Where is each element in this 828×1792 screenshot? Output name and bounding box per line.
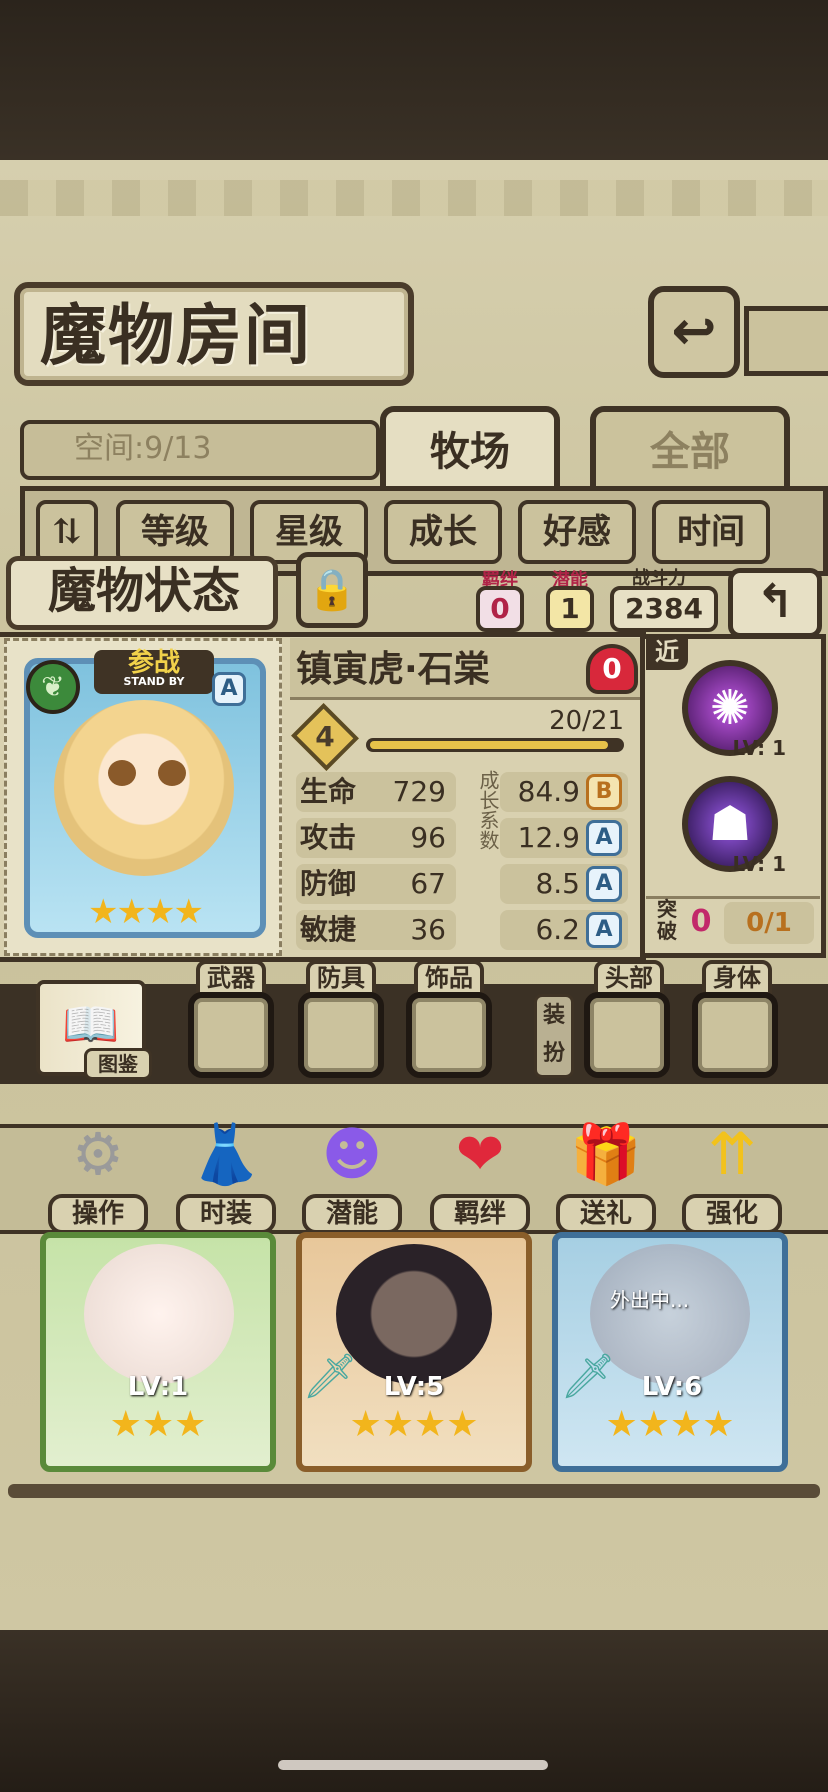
monster-book-label: 图鉴 <box>84 1048 152 1080</box>
body-slot[interactable] <box>692 992 778 1078</box>
portrait-eye-left <box>108 760 136 786</box>
weapon-slot[interactable] <box>188 992 274 1078</box>
status-back-button[interactable]: ↰ <box>728 568 822 638</box>
roster-card-3-away-status: 外出中... <box>610 1288 690 1312</box>
growth-grade-hp: B <box>586 774 622 810</box>
monster-name: 镇寅虎·石棠 <box>296 649 490 690</box>
potential-icon: ☻ <box>321 1120 383 1188</box>
sort-order-button[interactable]: ⇅ <box>36 500 98 564</box>
sort-affection-button[interactable]: 好感 <box>518 500 636 564</box>
armor-label: 防具 <box>306 960 376 996</box>
sort-growth-button[interactable]: 成长 <box>384 500 502 564</box>
roster-card-2-portrait <box>336 1244 492 1384</box>
leaf-icon: ❦ <box>26 660 80 714</box>
skill-1-level: LV: 1 <box>732 736 786 760</box>
roster-card-3-stars: ★★★★ <box>605 1404 735 1445</box>
stat-value-defense: 67 <box>410 867 446 900</box>
tab-all[interactable]: 全部 <box>590 406 790 492</box>
back-arrow-icon: ↰ <box>755 574 795 628</box>
roster-card-1-stars: ★★★ <box>109 1404 207 1445</box>
growth-coefficient-label: 成长系数 <box>476 770 500 850</box>
growth-grade-agility: A <box>586 912 622 948</box>
affection-heart: 0 <box>586 644 638 694</box>
dress-up-label: 装扮 <box>534 994 574 1078</box>
lock-button[interactable]: 🔒 <box>296 552 368 628</box>
upgrade-arrows-icon: ⇈ <box>707 1120 757 1188</box>
growth-value-attack: 12.9 <box>517 821 580 854</box>
roster-card-3-level: LV:6 <box>641 1372 703 1402</box>
hearts-icon: ❤ <box>455 1120 505 1188</box>
roster-card-2-level: LV:5 <box>383 1372 445 1402</box>
roster-bottom-edge <box>8 1484 820 1498</box>
star-rating: ★★★★ <box>88 892 204 932</box>
roster-card-1-level: LV:1 <box>127 1372 189 1402</box>
weapon-label: 武器 <box>196 960 266 996</box>
breakthrough-label: 突破 <box>657 897 677 943</box>
bond-label: 羁绊 <box>482 570 518 591</box>
growth-value-agility: 6.2 <box>535 913 580 946</box>
breakthrough-value: 0 <box>690 904 712 939</box>
stat-value-agility: 36 <box>410 913 446 946</box>
portrait-eye-right <box>158 760 186 786</box>
gift-icon: 🎁 <box>569 1120 643 1188</box>
body-label: 身体 <box>702 960 772 996</box>
upgrade-label: 强化 <box>682 1194 782 1234</box>
growth-grade-attack: A <box>586 820 622 856</box>
power-value: 2384 <box>610 586 718 632</box>
roster-card-1-portrait <box>84 1244 234 1384</box>
gift-label: 送礼 <box>556 1194 656 1234</box>
stat-label-defense: 防御 <box>300 867 357 900</box>
return-arrow-icon: ↩ <box>671 299 717 362</box>
armor-slot[interactable] <box>298 992 384 1078</box>
growth-value-hp: 84.9 <box>517 775 580 808</box>
head-slot[interactable] <box>584 992 670 1078</box>
home-indicator[interactable] <box>278 1760 548 1770</box>
back-button-bar <box>744 306 828 376</box>
skill-2-level: LV: 1 <box>732 852 786 876</box>
stat-value-attack: 96 <box>410 821 446 854</box>
sort-time-button[interactable]: 时间 <box>652 500 770 564</box>
status-title: 魔物状态 <box>47 563 240 619</box>
outfit-icon: 👗 <box>189 1120 263 1188</box>
breakthrough-progress: 0/1 <box>724 902 814 944</box>
lock-icon: 🔒 <box>307 567 357 613</box>
return-button[interactable]: ↩ <box>648 286 740 378</box>
stat-label-agility: 敏捷 <box>300 913 357 946</box>
head-label: 头部 <box>594 960 664 996</box>
page-title: 魔物房间 <box>40 296 312 374</box>
monster-portrait <box>54 700 234 876</box>
roster-card-2-stars: ★★★★ <box>349 1404 479 1445</box>
stat-label-hp: 生命 <box>300 775 357 808</box>
level-value: 4 <box>315 720 335 753</box>
bond-action-label: 羁绊 <box>430 1194 530 1234</box>
exp-text: 20/21 <box>549 706 624 736</box>
standby-badge: 参战 STAND BY <box>94 650 214 694</box>
top-backdrop <box>0 0 828 160</box>
accessory-slot[interactable] <box>406 992 492 1078</box>
tab-ranch[interactable]: 牧场 <box>380 406 560 492</box>
potential-label: 潜能 <box>552 570 588 591</box>
sort-level-button[interactable]: 等级 <box>116 500 234 564</box>
power-label: 战斗力 <box>632 568 686 589</box>
rank-badge: A <box>212 672 246 706</box>
space-counter: 空间:9/13 <box>20 420 380 480</box>
exp-bar-fill <box>370 741 608 749</box>
stat-value-hp: 729 <box>392 775 446 808</box>
bond-value: 0 <box>476 586 524 632</box>
gear-icon: ⚙ <box>72 1120 124 1188</box>
growth-value-defense: 8.5 <box>535 867 580 900</box>
stat-label-attack: 攻击 <box>300 821 357 854</box>
potential-value: 1 <box>546 586 594 632</box>
outfit-label: 时装 <box>176 1194 276 1234</box>
attack-range-tag: 近 <box>646 634 688 670</box>
accessory-label: 饰品 <box>414 960 484 996</box>
scalloped-edge <box>0 180 828 216</box>
operate-label: 操作 <box>48 1194 148 1234</box>
sort-order-icon: ⇅ <box>52 512 82 552</box>
growth-grade-defense: A <box>586 866 622 902</box>
potential-action-label: 潜能 <box>302 1194 402 1234</box>
